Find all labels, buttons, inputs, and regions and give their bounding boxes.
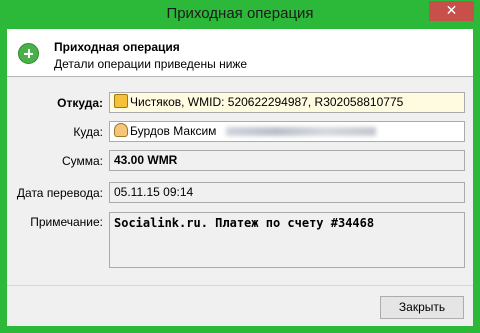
to-label: Куда: [73,125,103,139]
header-title: Приходная операция [54,40,180,54]
amount-field[interactable]: 43.00 WMR [109,150,465,171]
wallet-icon [114,94,128,108]
redacted-text [226,127,377,137]
to-value: Бурдов Максим [130,124,217,138]
window-title: Приходная операция [166,5,314,22]
title-bar[interactable]: Приходная операция ✕ [0,0,480,29]
to-field[interactable]: Бурдов Максим [109,121,465,142]
dialog-window: Приходная операция ✕ Приходная операция … [0,0,480,333]
dialog-header: Приходная операция Детали операции приве… [7,29,473,77]
close-button[interactable]: Закрыть [380,296,464,319]
header-subtitle: Детали операции приведены ниже [54,57,248,71]
person-icon [114,123,128,137]
from-label: Откуда: [57,96,103,110]
window-close-button[interactable]: ✕ [429,1,474,21]
from-value: Чистяков, WMID: 520622294987, R302058810… [130,95,404,109]
date-field[interactable]: 05.11.15 09:14 [109,182,465,203]
amount-label: Сумма: [61,154,103,168]
dialog-footer: Закрыть [7,285,473,326]
dialog-client-area: Приходная операция Детали операции приве… [7,29,473,326]
from-field[interactable]: Чистяков, WMID: 520622294987, R302058810… [109,92,465,113]
note-label: Примечание: [30,215,103,229]
plus-circle-icon [18,43,39,64]
date-label: Дата перевода: [16,186,103,200]
note-field[interactable]: Socialink.ru. Платеж по счету #34468 [109,212,465,268]
